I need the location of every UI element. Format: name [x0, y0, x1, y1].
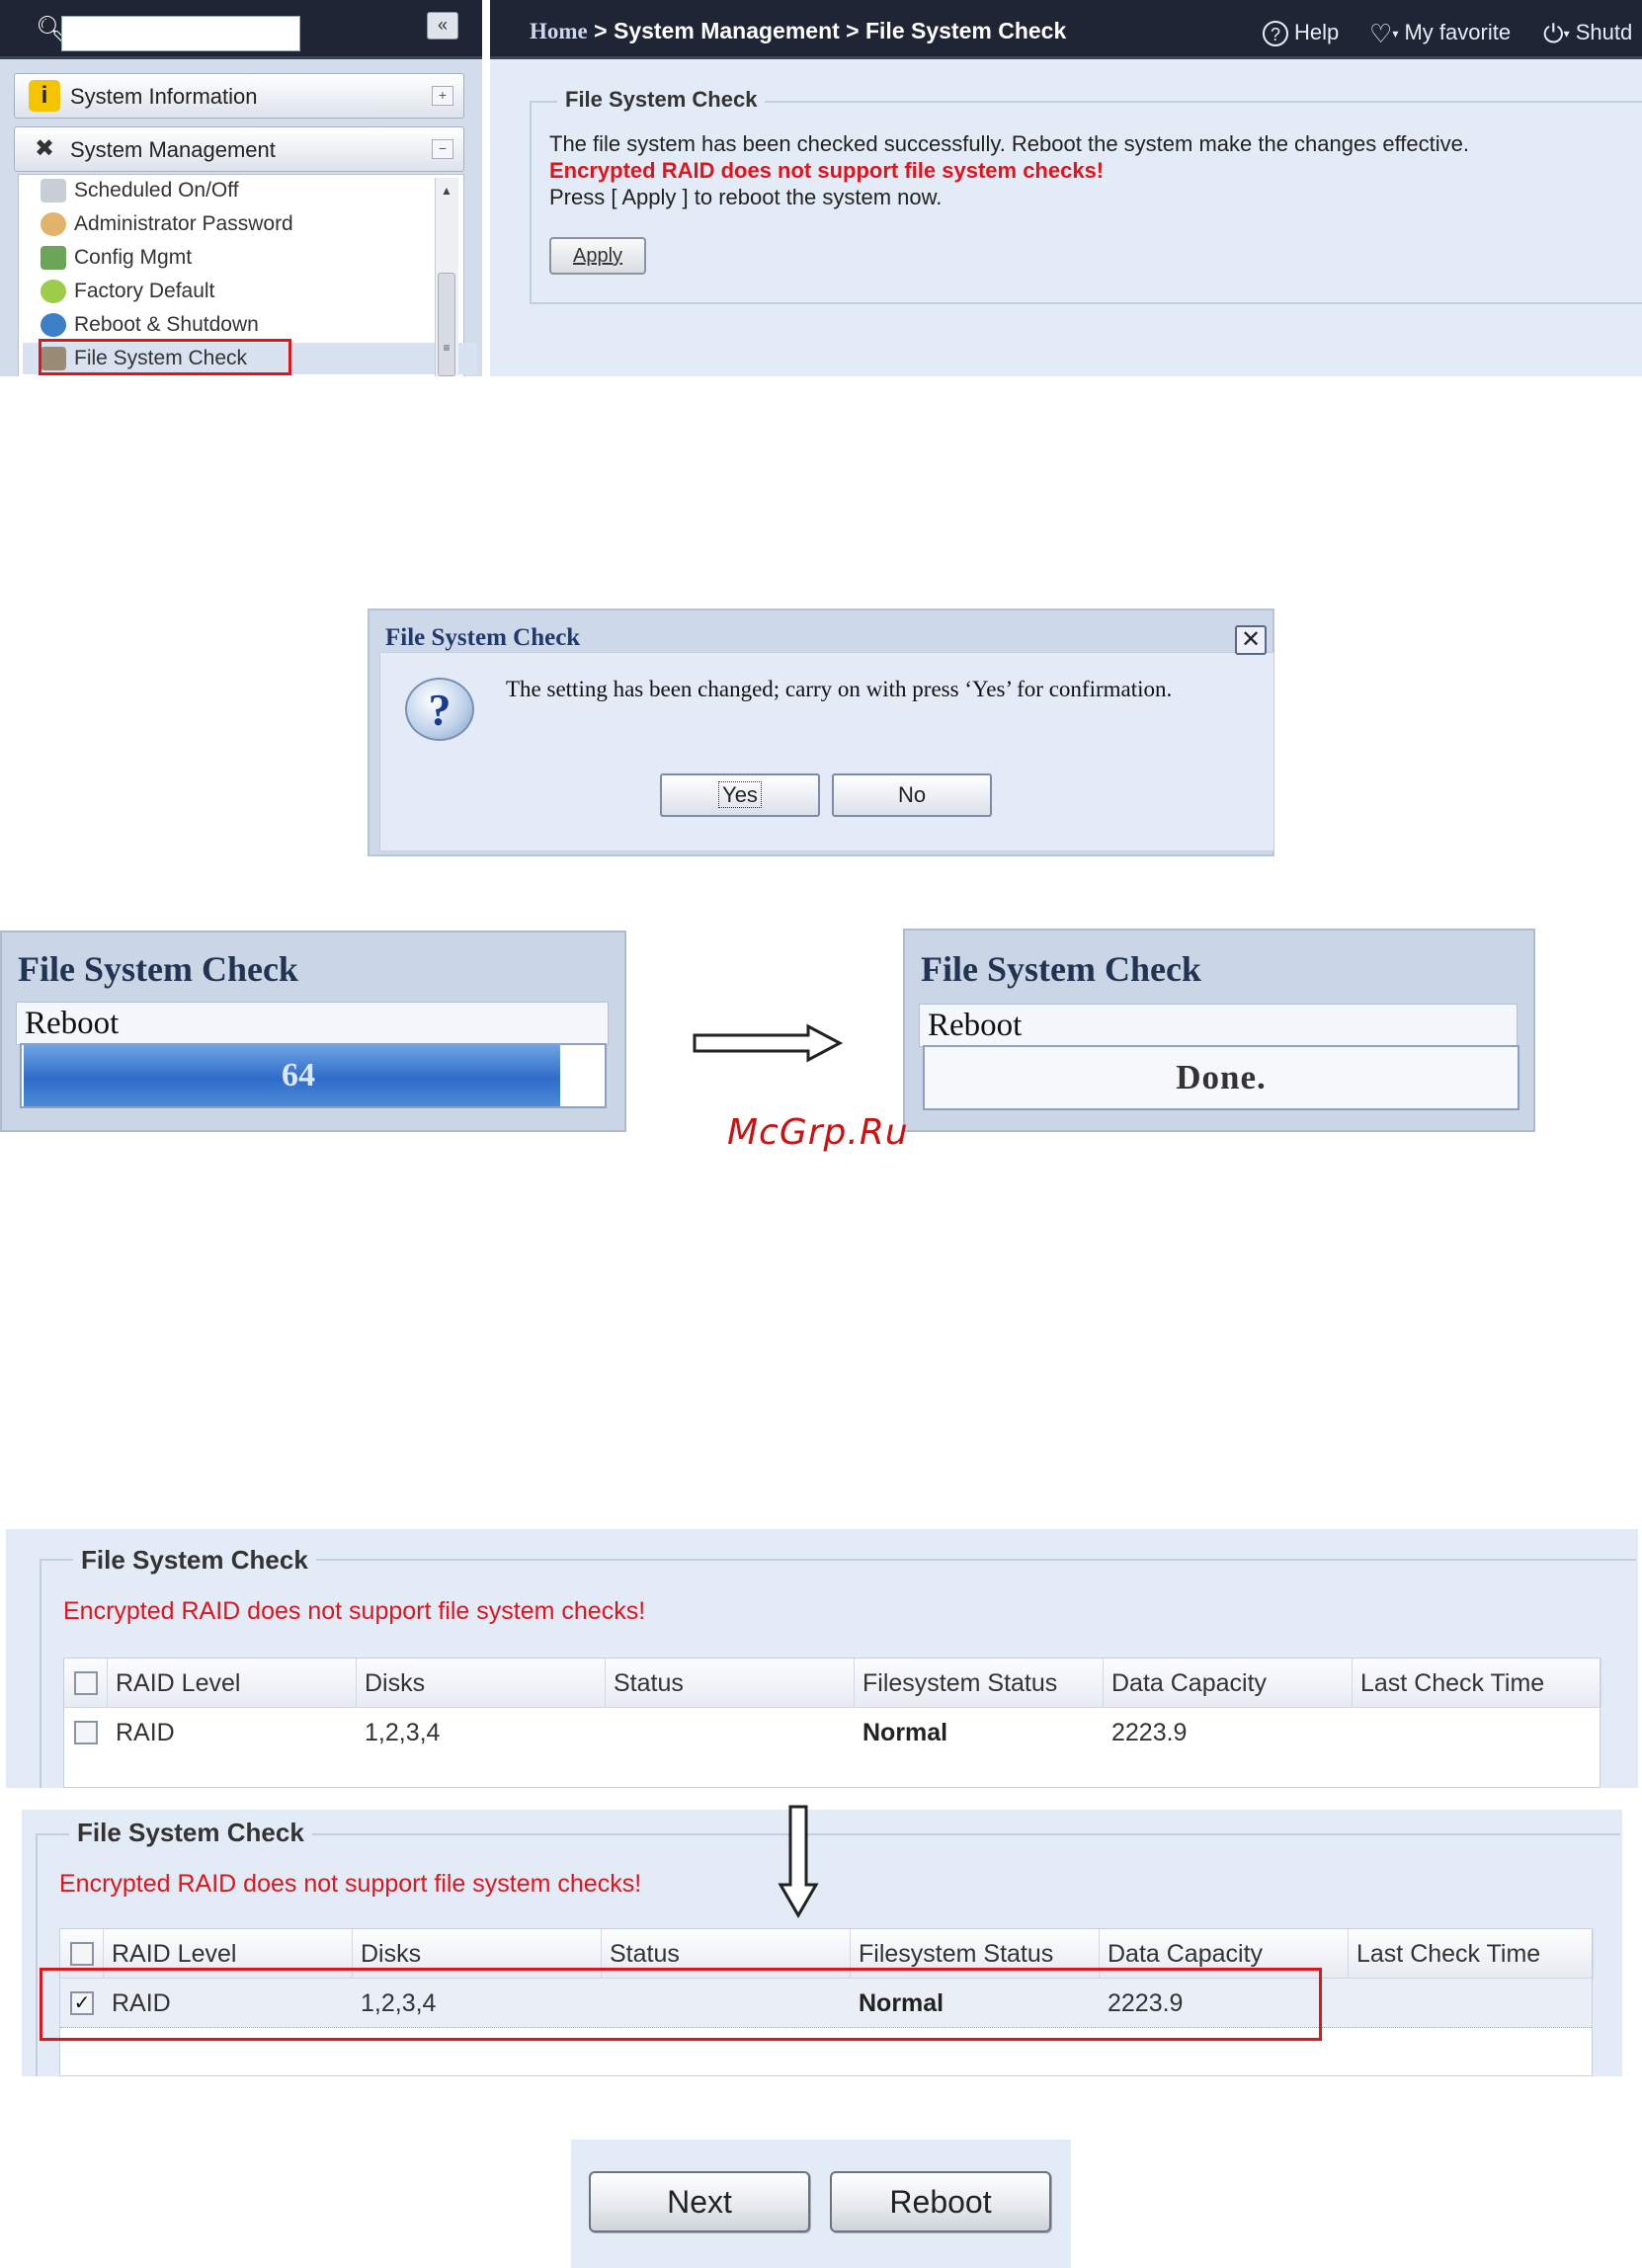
apply-button[interactable]: Apply	[549, 237, 646, 275]
encrypted-raid-warning: Encrypted RAID does not support file sys…	[59, 1870, 642, 1898]
fieldset-legend: File System Check	[73, 1543, 316, 1577]
column-header[interactable]: Status	[606, 1659, 855, 1708]
no-button[interactable]: No	[832, 773, 992, 817]
reboot-label: Reboot	[16, 1002, 609, 1045]
table-cell: RAID	[116, 1719, 175, 1746]
dialog-title: File System Check	[18, 949, 298, 989]
column-header[interactable]: Last Check Time	[1349, 1929, 1594, 1979]
close-icon[interactable]: ✕	[1235, 625, 1267, 655]
sidebar-section-system-information[interactable]: i System Information +	[14, 73, 464, 119]
tools-icon: ✖	[34, 135, 55, 162]
yes-label: Yes	[718, 781, 762, 808]
shutdown-label: Shutd	[1575, 20, 1633, 44]
table-cell	[1353, 1708, 1601, 1757]
dialog-message: The setting has been changed; carry on w…	[506, 677, 1173, 701]
breadcrumb-path: > System Management > File System Check	[587, 18, 1067, 43]
collapse-icon[interactable]: −	[432, 139, 453, 159]
sidebar-item-administrator-password[interactable]: Administrator Password	[41, 208, 293, 240]
scrollbar-thumb[interactable]: ≡	[438, 273, 455, 376]
power-icon: ⏻	[1543, 19, 1564, 47]
info-icon: i	[29, 80, 60, 112]
select-cell	[64, 1708, 108, 1757]
success-message: The file system has been checked success…	[549, 131, 1469, 156]
select-all-checkbox[interactable]	[70, 1942, 94, 1966]
my-favorite-link[interactable]: ♡▾ My favorite	[1369, 18, 1512, 49]
reboot-label: Reboot	[919, 1004, 1518, 1047]
sidebar-item-label: Config Mgmt	[74, 246, 193, 269]
shutdown-link[interactable]: ⏻▾ Shutd	[1543, 18, 1642, 47]
table-cell	[606, 1708, 855, 1757]
highlight-box	[39, 339, 291, 375]
table-cell	[1349, 1979, 1594, 2028]
select-all-cell	[64, 1659, 108, 1708]
column-header[interactable]: RAID Level	[108, 1659, 357, 1708]
column-header[interactable]: Data Capacity	[1104, 1659, 1353, 1708]
yes-button[interactable]: Yes	[660, 773, 820, 817]
help-link[interactable]: ? Help	[1263, 18, 1339, 47]
search-input[interactable]	[61, 16, 300, 51]
sidebar-section-system-management[interactable]: ✖ System Management −	[14, 126, 464, 172]
sidebar-item-label: Administrator Password	[74, 212, 293, 235]
table-cell: 1,2,3,4	[365, 1719, 441, 1746]
sidebar-item-reboot-shutdown[interactable]: Reboot & Shutdown	[41, 309, 259, 341]
row-checkbox[interactable]	[74, 1721, 98, 1744]
collapse-sidebar-button[interactable]: «	[427, 12, 458, 40]
encrypted-raid-warning: Encrypted RAID does not support file sys…	[63, 1597, 646, 1625]
raid-table: RAID Level Disks Status Filesystem Statu…	[63, 1658, 1601, 1788]
sidebar-item-label: Factory Default	[74, 280, 215, 302]
column-header[interactable]: Disks	[357, 1659, 606, 1708]
table-row[interactable]: RAID 1,2,3,4 Normal 2223.9	[64, 1708, 1600, 1757]
sidebar-item-factory-default[interactable]: Factory Default	[41, 276, 214, 307]
help-label: Help	[1294, 20, 1340, 44]
power-icon	[41, 313, 66, 337]
breadcrumb-home-link[interactable]: Home	[530, 19, 588, 43]
sidebar-section-label: System Information	[70, 84, 258, 109]
next-button[interactable]: Next	[589, 2171, 810, 2232]
refresh-icon	[41, 280, 66, 303]
clock-icon	[41, 179, 66, 202]
expand-icon[interactable]: +	[432, 86, 453, 106]
right-arrow-icon	[692, 1023, 844, 1063]
sidebar-section-label: System Management	[70, 137, 276, 162]
dialog-title: File System Check	[385, 624, 581, 651]
status-text: Done.	[1176, 1058, 1267, 1096]
encrypted-raid-warning: Encrypted RAID does not support file sys…	[549, 158, 1105, 183]
breadcrumb: Home > System Management > File System C…	[530, 16, 1066, 45]
config-icon	[41, 246, 66, 270]
user-key-icon	[41, 212, 66, 236]
heart-icon: ♡	[1369, 19, 1393, 49]
sidebar-item-label: Scheduled On/Off	[74, 179, 239, 202]
table-cell: Normal	[862, 1719, 948, 1746]
progress-value: 64	[282, 1057, 315, 1094]
sidebar-item-config-mgmt[interactable]: Config Mgmt	[41, 242, 192, 274]
column-header[interactable]: Last Check Time	[1353, 1659, 1601, 1708]
apply-instruction: Press [ Apply ] to reboot the system now…	[549, 185, 943, 209]
watermark: McGrp.Ru	[727, 1112, 909, 1153]
reboot-button[interactable]: Reboot	[830, 2171, 1051, 2232]
fieldset-legend: File System Check	[557, 85, 766, 115]
sidebar-item-label: Reboot & Shutdown	[74, 313, 259, 336]
help-icon: ?	[1263, 21, 1288, 47]
sidebar-item-scheduled-on-off[interactable]: Scheduled On/Off	[41, 175, 239, 206]
select-all-checkbox[interactable]	[74, 1671, 98, 1695]
dialog-title: File System Check	[921, 949, 1201, 989]
fieldset-legend: File System Check	[69, 1816, 312, 1849]
column-header[interactable]: Filesystem Status	[855, 1659, 1104, 1708]
down-arrow-icon	[777, 1804, 820, 1918]
scroll-up-icon[interactable]: ▲	[439, 184, 454, 200]
table-cell: 2223.9	[1111, 1719, 1188, 1746]
question-icon: ?	[405, 678, 474, 741]
my-favorite-label: My favorite	[1404, 20, 1512, 44]
highlight-box	[40, 1968, 1322, 2041]
table-header: RAID Level Disks Status Filesystem Statu…	[64, 1659, 1601, 1708]
